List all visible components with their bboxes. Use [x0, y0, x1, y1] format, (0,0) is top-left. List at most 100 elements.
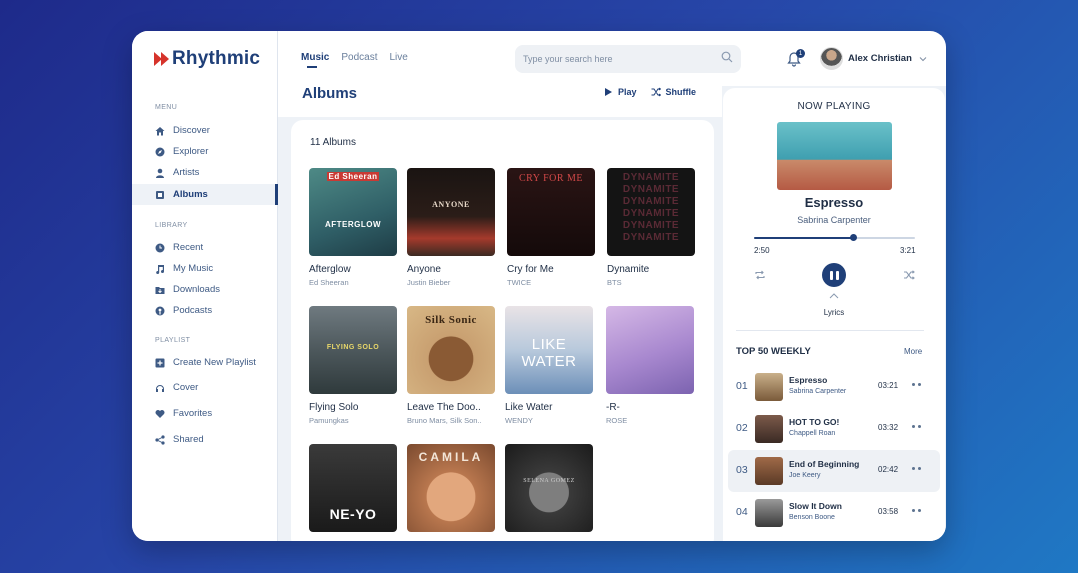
now-playing-artist: Sabrina Carpenter	[797, 215, 871, 225]
shuffle-button[interactable]: Shuffle	[651, 87, 697, 97]
more-options-icon[interactable]	[912, 467, 921, 470]
album-card-anyone[interactable]: ANYONE Anyone Justin Bieber	[407, 168, 495, 287]
search-icon[interactable]	[721, 50, 733, 68]
more-options-icon[interactable]	[912, 509, 921, 512]
shuffle-icon	[651, 87, 661, 97]
album-card-camila[interactable]: CAMILA	[407, 444, 495, 532]
shuffle-label: Shuffle	[665, 87, 697, 97]
tab-music[interactable]: Music	[301, 52, 329, 68]
app-logo[interactable]: Rhythmic	[154, 48, 260, 70]
more-options-icon[interactable]	[912, 425, 921, 428]
sidebar-item-label: Create New Playlist	[173, 357, 256, 368]
track-artist: Benson Boone	[789, 514, 835, 521]
track-title: Slow It Down	[789, 501, 842, 511]
album-card-flying-solo[interactable]: FLYING SOLO Flying Solo Pamungkas	[309, 306, 397, 425]
user-name: Alex Christian	[848, 53, 912, 64]
page-title: Albums	[302, 85, 358, 102]
album-card-like-water[interactable]: LIKE WATER Like Water WENDY	[505, 306, 593, 425]
album-title: Cry for Me	[507, 264, 554, 275]
track-row[interactable]: 01 Espresso Sabrina Carpenter 03:21	[728, 366, 940, 408]
repeat-icon[interactable]	[754, 269, 766, 281]
sidebar-item-label: Explorer	[173, 146, 209, 157]
shuffle-icon[interactable]	[903, 269, 915, 281]
compass-icon	[155, 147, 165, 157]
notification-button[interactable]: 1	[786, 49, 805, 67]
sidebar-item-label: Shared	[173, 434, 204, 445]
sidebar-item-label: Recent	[173, 242, 204, 253]
sidebar-item-label: Podcasts	[173, 305, 213, 316]
pause-button[interactable]	[822, 263, 846, 287]
more-link[interactable]: More	[904, 347, 922, 356]
track-number: 03	[736, 464, 748, 476]
top-50-heading: TOP 50 WEEKLY	[736, 346, 811, 357]
album-card-cry-for-me[interactable]: CRY FOR ME Cry for Me TWICE	[507, 168, 595, 287]
more-options-icon[interactable]	[912, 383, 921, 386]
app-name: Rhythmic	[172, 48, 261, 69]
lyrics-button[interactable]: Lyrics	[723, 308, 945, 317]
sidebar-item-discover[interactable]: Discover	[132, 120, 278, 141]
sidebar-item-recent[interactable]: Recent	[132, 237, 278, 258]
sidebar-item-artists[interactable]: Artists	[132, 162, 278, 183]
sidebar-item-shared[interactable]: Shared	[132, 429, 278, 450]
sidebar-item-label: Favorites	[173, 408, 213, 419]
sidebar-item-albums[interactable]: Albums	[132, 184, 278, 205]
sidebar-item-label: Cover	[173, 382, 199, 393]
tab-podcast[interactable]: Podcast	[341, 52, 377, 63]
track-row-active[interactable]: 03 End of Beginning Joe Keery 02:42	[728, 450, 940, 492]
sidebar-item-my-music[interactable]: My Music	[132, 258, 278, 279]
sidebar-item-downloads[interactable]: Downloads	[132, 279, 278, 300]
sidebar-item-favorites[interactable]: Favorites	[132, 403, 278, 424]
album-cover: FLYING SOLO	[309, 306, 397, 394]
sidebar-item-explorer[interactable]: Explorer	[132, 141, 278, 162]
album-cover: ANYONE	[407, 168, 495, 256]
album-cover	[606, 306, 694, 394]
track-number: 04	[736, 506, 748, 518]
album-artist: Ed Sheeran	[309, 278, 349, 287]
album-card-afterglow[interactable]: Ed Sheeran AFTERGLOW Afterglow Ed Sheera…	[309, 168, 397, 287]
user-menu[interactable]: Alex Christian	[820, 47, 927, 70]
search-bar	[515, 45, 741, 73]
track-row[interactable]: 02 HOT TO GO! Chappell Roan 03:32	[728, 408, 940, 450]
progress-slider[interactable]	[754, 234, 915, 241]
track-artist: Joe Keery	[789, 472, 821, 479]
album-cover: LIKE WATER	[505, 306, 593, 394]
album-cover: CRY FOR ME	[507, 168, 595, 256]
sidebar-item-label: Downloads	[173, 284, 220, 295]
album-title: Dynamite	[607, 264, 650, 275]
logo-icon	[154, 51, 170, 67]
sidebar-item-cover[interactable]: Cover	[132, 377, 278, 398]
search-input[interactable]	[523, 54, 721, 64]
albums-count: 11 Albums	[310, 137, 356, 148]
chevron-up-icon[interactable]	[829, 293, 839, 299]
sidebar-item-label: My Music	[173, 263, 214, 274]
avatar	[820, 47, 843, 70]
heart-icon	[155, 409, 165, 419]
sidebar-item-label: Discover	[173, 125, 210, 136]
tab-live[interactable]: Live	[389, 52, 407, 63]
track-number: 01	[736, 380, 748, 392]
divider	[736, 330, 924, 331]
sidebar-item-podcasts[interactable]: Podcasts	[132, 300, 278, 321]
total-time: 3:21	[900, 246, 916, 255]
album-card-leave-the-door[interactable]: Silk Sonic Leave The Doo.. Bruno Mars, S…	[407, 306, 495, 425]
sidebar-item-label: Artists	[173, 167, 200, 178]
folder-download-icon	[155, 285, 165, 295]
album-card-ne-yo[interactable]: NE-YO	[309, 444, 397, 532]
album-title: Leave The Doo..	[407, 402, 481, 413]
podcast-icon	[155, 306, 165, 316]
track-duration: 03:32	[878, 423, 899, 432]
playlist-section-title: PLAYLIST	[155, 337, 191, 344]
track-duration: 03:58	[878, 507, 899, 516]
album-card-dynamite[interactable]: DYNAMITE DYNAMITE DYNAMITE DYNAMITE DYNA…	[607, 168, 695, 287]
album-actions: Play Shuffle	[603, 87, 696, 97]
album-artist: Pamungkas	[309, 416, 349, 425]
current-time: 2:50	[754, 246, 770, 255]
play-button[interactable]: Play	[603, 87, 637, 97]
home-icon	[155, 126, 165, 136]
album-card-r[interactable]: -R- ROSE	[606, 306, 694, 425]
track-row[interactable]: 04 Slow It Down Benson Boone 03:58	[728, 492, 940, 534]
sidebar-item-create-playlist[interactable]: Create New Playlist	[132, 352, 278, 373]
sidebar: Rhythmic MENU Discover Explorer Artists …	[132, 31, 278, 541]
person-icon	[155, 168, 165, 178]
album-card-selena-gomez[interactable]: SELENA GOMEZ	[505, 444, 593, 532]
